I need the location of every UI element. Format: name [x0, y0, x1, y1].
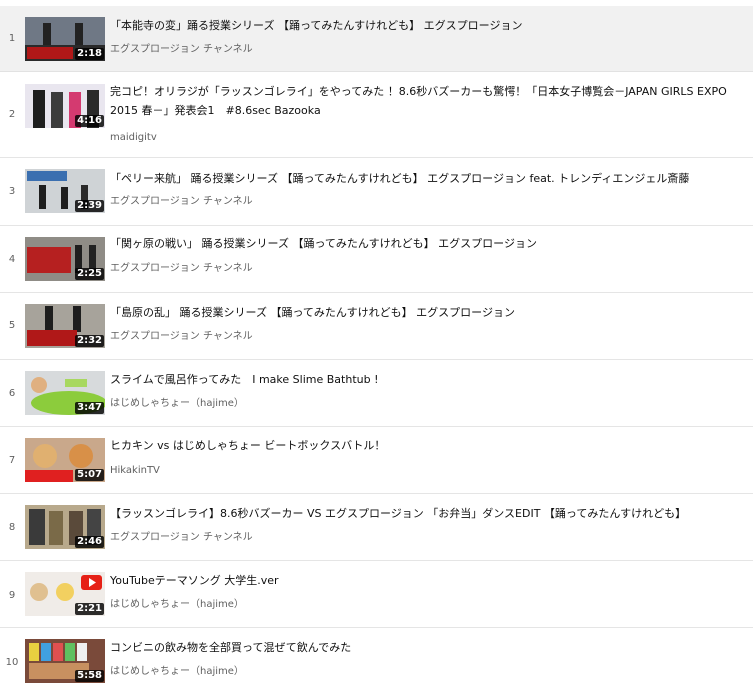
video-thumbnail[interactable]: 5:07 — [25, 438, 105, 482]
video-title[interactable]: 「島原の乱」 踊る授業シリーズ 【踊ってみたんすけれども】 エグスプロージョン — [110, 303, 750, 322]
video-thumbnail[interactable]: 4:16 — [25, 84, 105, 128]
item-index: 3 — [8, 186, 16, 197]
video-duration: 2:32 — [75, 335, 104, 347]
video-duration: 2:46 — [75, 536, 104, 548]
video-title[interactable]: 「本能寺の変」踊る授業シリーズ 【踊ってみたんすけれども】 エグスプロージョン — [110, 16, 750, 35]
video-title[interactable]: コンビニの飲み物を全部買って混ぜて飲んでみた — [110, 638, 750, 657]
video-title[interactable]: スライムで風呂作ってみた I make Slime Bathtub ! — [110, 370, 750, 389]
item-index: 4 — [8, 254, 16, 265]
video-thumbnail[interactable]: 2:32 — [25, 304, 105, 348]
item-index: 7 — [8, 455, 16, 466]
channel-name[interactable]: エグスプロージョン チャンネル — [110, 44, 253, 56]
playlist-item[interactable]: 2 4:16 完コピ！オリラジが「ラッスンゴレライ」をやってみた ！8.6秒バズ… — [0, 72, 753, 158]
video-duration: 3:47 — [75, 402, 104, 414]
video-duration: 2:39 — [75, 200, 104, 212]
playlist-item[interactable]: 1 2:18 「本能寺の変」踊る授業シリーズ 【踊ってみたんすけれども】 エグス… — [0, 6, 753, 72]
video-thumbnail[interactable]: 5:58 — [25, 639, 105, 683]
playlist-item[interactable]: 4 2:25 「関ヶ原の戦い」 踊る授業シリーズ 【踊ってみたんすけれども】 エ… — [0, 226, 753, 293]
playlist-item[interactable]: 10 5:58 コンビニの飲み物を全部買って混ぜて飲んでみた はじめしゃちょー（… — [0, 628, 753, 692]
playlist-item[interactable]: 5 2:32 「島原の乱」 踊る授業シリーズ 【踊ってみたんすけれども】 エグス… — [0, 293, 753, 360]
video-title[interactable]: 完コピ！オリラジが「ラッスンゴレライ」をやってみた ！8.6秒バズーカーも驚愕！… — [110, 82, 740, 120]
playlist-item[interactable]: 6 3:47 スライムで風呂作ってみた I make Slime Bathtub… — [0, 360, 753, 427]
video-title[interactable]: 【ラッスンゴレライ】8.6秒バズーカー VS エグスプロージョン 「お弁当」ダン… — [110, 504, 750, 523]
video-title[interactable]: 「ペリー来航」 踊る授業シリーズ 【踊ってみたんすけれども】 エグスプロージョン… — [110, 169, 750, 188]
item-index: 5 — [8, 320, 16, 331]
video-thumbnail[interactable]: 2:18 — [25, 17, 105, 61]
video-duration: 2:18 — [75, 48, 104, 60]
channel-name[interactable]: HikakinTV — [110, 465, 160, 477]
video-title[interactable]: YouTubeテーマソング 大学生.ver — [110, 571, 750, 590]
item-index: 8 — [8, 522, 16, 533]
video-thumbnail[interactable]: 2:21 — [25, 572, 105, 616]
video-duration: 5:07 — [75, 469, 104, 481]
video-thumbnail[interactable]: 2:25 — [25, 237, 105, 281]
video-duration: 2:25 — [75, 268, 104, 280]
video-thumbnail[interactable]: 2:39 — [25, 169, 105, 213]
video-thumbnail[interactable]: 3:47 — [25, 371, 105, 415]
channel-name[interactable]: エグスプロージョン チャンネル — [110, 331, 253, 343]
video-thumbnail[interactable]: 2:46 — [25, 505, 105, 549]
playlist-item[interactable]: 8 2:46 【ラッスンゴレライ】8.6秒バズーカー VS エグスプロージョン … — [0, 494, 753, 561]
channel-name[interactable]: エグスプロージョン チャンネル — [110, 263, 253, 275]
item-index: 10 — [5, 657, 19, 668]
video-duration: 2:21 — [75, 603, 104, 615]
channel-name[interactable]: エグスプロージョン チャンネル — [110, 196, 253, 208]
item-index: 6 — [8, 388, 16, 399]
item-index: 2 — [8, 109, 16, 120]
video-title[interactable]: ヒカキン vs はじめしゃちょー ビートボックスバトル！ — [110, 436, 750, 455]
video-duration: 4:16 — [75, 115, 104, 127]
playlist-item[interactable]: 9 2:21 YouTubeテーマソング 大学生.ver はじめしゃちょー（ha… — [0, 561, 753, 628]
video-duration: 5:58 — [75, 670, 104, 682]
item-index: 1 — [8, 33, 16, 44]
playlist-item[interactable]: 7 5:07 ヒカキン vs はじめしゃちょー ビートボックスバトル！ Hika… — [0, 427, 753, 494]
channel-name[interactable]: maidigitv — [110, 132, 157, 144]
channel-name[interactable]: はじめしゃちょー（hajime） — [110, 599, 244, 611]
channel-name[interactable]: エグスプロージョン チャンネル — [110, 532, 253, 544]
channel-name[interactable]: はじめしゃちょー（hajime） — [110, 398, 244, 410]
channel-name[interactable]: はじめしゃちょー（hajime） — [110, 666, 244, 678]
playlist-item[interactable]: 3 2:39 「ペリー来航」 踊る授業シリーズ 【踊ってみたんすけれども】 エグ… — [0, 158, 753, 226]
video-title[interactable]: 「関ヶ原の戦い」 踊る授業シリーズ 【踊ってみたんすけれども】 エグスプロージョ… — [110, 234, 750, 253]
item-index: 9 — [8, 590, 16, 601]
